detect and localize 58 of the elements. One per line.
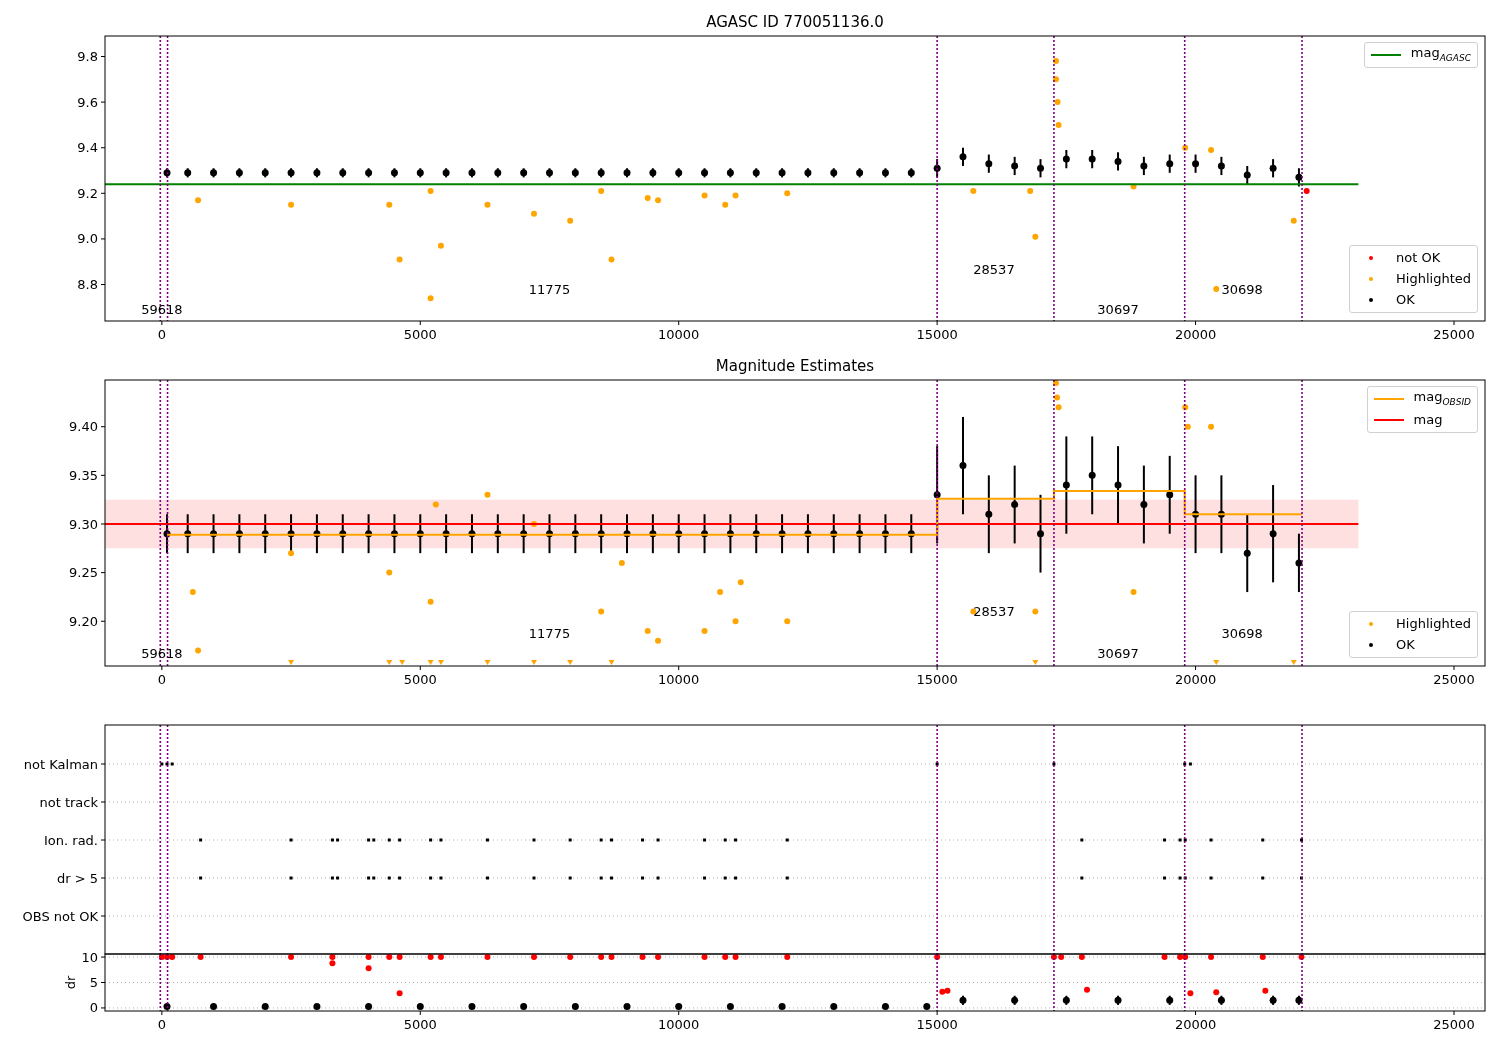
observation-label: 59618 bbox=[141, 645, 183, 661]
chart-title: Magnitude Estimates bbox=[715, 357, 875, 375]
tick-label: 10000 bbox=[658, 672, 700, 687]
observation-label: 59618 bbox=[141, 302, 183, 318]
tick-label: 9.4 bbox=[77, 140, 98, 156]
tick-label: 5000 bbox=[403, 327, 437, 342]
observation-label: 11775 bbox=[528, 281, 571, 297]
observation-label: 30698 bbox=[1221, 281, 1263, 297]
legend-label: mag$_{OBSID}$ bbox=[1413, 388, 1471, 409]
tick-label: 9.2 bbox=[77, 185, 98, 201]
tick-label: 8.8 bbox=[77, 277, 98, 293]
tick-label: 15000 bbox=[916, 672, 958, 687]
category-label: Ion. rad. bbox=[44, 832, 98, 848]
legend-label: not OK bbox=[1396, 250, 1441, 266]
tick-label: 9.30 bbox=[69, 516, 98, 532]
axis-label: dr bbox=[62, 975, 78, 990]
tick-label: 20000 bbox=[1174, 1017, 1217, 1032]
legend-label: mag bbox=[1413, 412, 1443, 428]
category-label: not Kalman bbox=[23, 756, 98, 772]
category-label: dr > 5 bbox=[56, 870, 98, 886]
category-label: not track bbox=[39, 794, 98, 810]
legend-label: Highlighted bbox=[1396, 271, 1471, 287]
observation-label: 30698 bbox=[1221, 626, 1263, 642]
tick-label: 9.20 bbox=[69, 613, 98, 629]
tick-label: 10 bbox=[81, 949, 98, 965]
tick-label: 10000 bbox=[658, 327, 700, 342]
tick-label: 9.0 bbox=[77, 231, 98, 247]
legend-label: Highlighted bbox=[1396, 616, 1471, 632]
tick-label: 9.8 bbox=[77, 49, 98, 65]
tick-label: 5000 bbox=[403, 672, 437, 687]
tick-label: 9.35 bbox=[69, 467, 98, 483]
tick-label: 20000 bbox=[1174, 327, 1217, 342]
observation-label: 11775 bbox=[528, 626, 571, 642]
tick-label: 0 bbox=[89, 1000, 98, 1016]
tick-label: 9.6 bbox=[77, 94, 98, 110]
tick-label: 5 bbox=[89, 975, 98, 991]
tick-label: 25000 bbox=[1433, 327, 1475, 342]
legend-label: OK bbox=[1396, 292, 1415, 308]
chart-title: AGASC ID 770051136.0 bbox=[706, 13, 884, 31]
observation-label: 28537 bbox=[973, 604, 1015, 620]
tick-label: 0 bbox=[157, 327, 166, 342]
tick-label: 10000 bbox=[658, 1017, 700, 1032]
tick-label: 5000 bbox=[403, 1017, 437, 1032]
tick-label: 0 bbox=[157, 672, 166, 687]
tick-label: 25000 bbox=[1433, 1017, 1475, 1032]
category-label: OBS not OK bbox=[22, 908, 98, 924]
tick-label: 9.25 bbox=[69, 565, 98, 581]
observation-label: 30697 bbox=[1097, 645, 1139, 661]
tick-label: 15000 bbox=[916, 1017, 958, 1032]
legend-label: OK bbox=[1396, 637, 1415, 653]
tick-label: 25000 bbox=[1433, 672, 1475, 687]
legend-label: mag$_{AGASC}$ bbox=[1410, 44, 1471, 65]
observation-label: 30697 bbox=[1097, 302, 1139, 318]
tick-label: 15000 bbox=[916, 327, 958, 342]
tick-label: 9.40 bbox=[69, 419, 98, 435]
tick-label: 0 bbox=[157, 1017, 166, 1032]
tick-label: 20000 bbox=[1174, 672, 1217, 687]
observation-label: 28537 bbox=[973, 262, 1015, 278]
